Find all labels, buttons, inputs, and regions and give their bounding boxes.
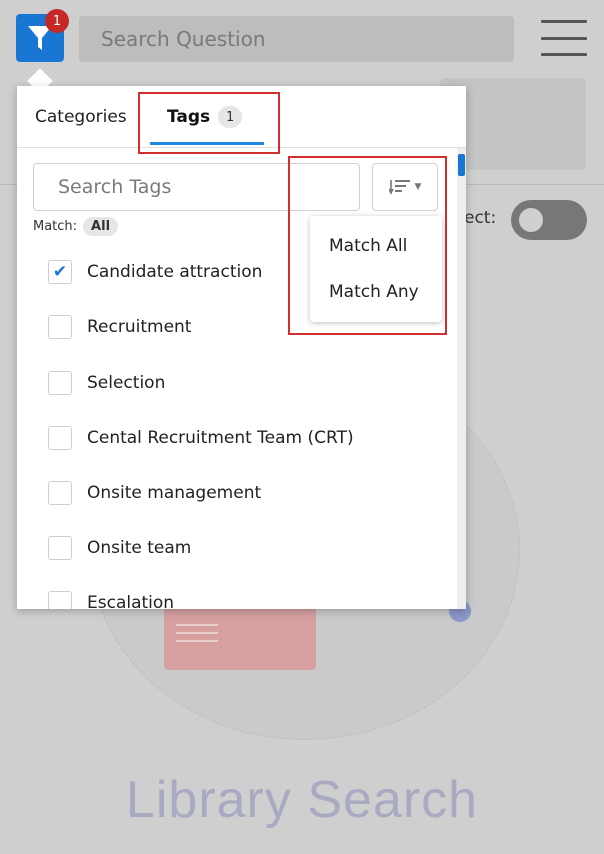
tab-categories[interactable]: Categories — [35, 86, 127, 148]
tag-label: Cental Recruitment Team (CRT) — [87, 428, 354, 448]
tag-label: Recruitment — [87, 317, 192, 337]
library-search-title: Library Search — [125, 771, 479, 829]
tag-label: Onsite team — [87, 538, 192, 558]
hamburger-menu-icon[interactable] — [541, 20, 587, 56]
tag-item[interactable]: Escalation — [48, 589, 174, 609]
checkbox[interactable] — [48, 481, 72, 505]
scrollbar-thumb[interactable] — [458, 154, 465, 176]
tags-tab-highlight — [138, 92, 280, 154]
checkbox-checked[interactable]: ✔ — [48, 260, 72, 284]
match-value-pill: All — [83, 217, 119, 236]
question-search-input[interactable]: Search Question — [79, 16, 514, 62]
tag-item[interactable]: Onsite team — [48, 534, 191, 562]
tag-label: Escalation — [87, 593, 175, 609]
scrollbar-track[interactable] — [457, 148, 466, 609]
background-select-label: ect: — [464, 208, 497, 228]
filter-count-badge: 1 — [45, 9, 69, 33]
checkmark-icon: ✔ — [52, 262, 68, 282]
match-indicator: Match: All — [33, 217, 119, 236]
checkbox[interactable] — [48, 315, 72, 339]
match-menu-highlight — [288, 156, 447, 335]
tag-item[interactable]: Selection — [48, 369, 165, 397]
checkbox[interactable] — [48, 371, 72, 395]
tab-categories-label: Categories — [35, 107, 127, 127]
tag-label: Onsite management — [87, 483, 262, 503]
illustration-box — [164, 600, 316, 670]
checkbox[interactable] — [48, 426, 72, 450]
tag-item[interactable]: Cental Recruitment Team (CRT) — [48, 424, 354, 452]
tag-label: Selection — [87, 373, 166, 393]
tag-item[interactable]: ✔ Candidate attraction — [48, 258, 262, 286]
checkbox[interactable] — [48, 591, 72, 609]
tag-label: Candidate attraction — [87, 262, 263, 282]
tag-item[interactable]: Recruitment — [48, 313, 191, 341]
background-toggle[interactable] — [511, 200, 587, 240]
tag-item[interactable]: Onsite management — [48, 479, 261, 507]
checkbox[interactable] — [48, 536, 72, 560]
match-label: Match: — [33, 219, 78, 234]
